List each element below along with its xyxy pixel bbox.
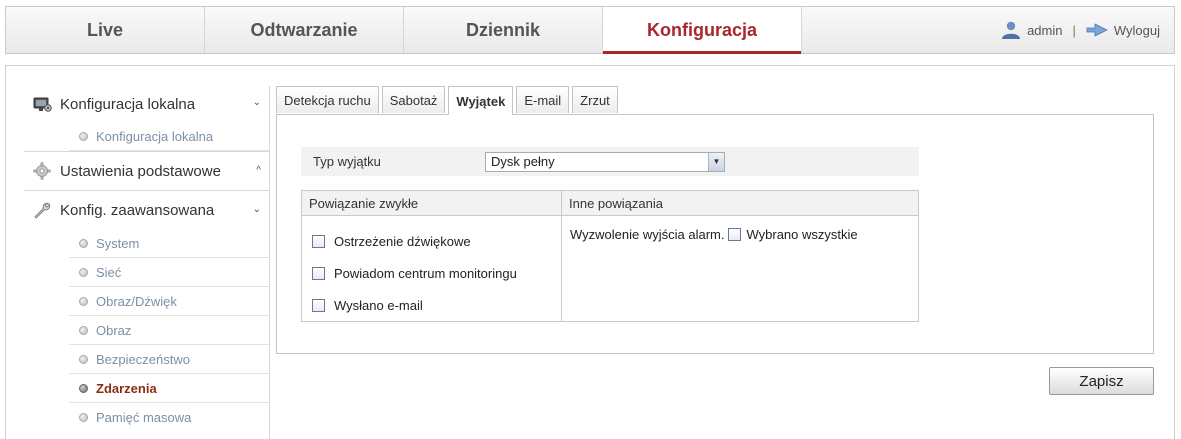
- wrench-icon: [32, 200, 52, 220]
- tab-configuration[interactable]: Konfiguracja: [603, 7, 802, 54]
- alarm-output-row: Wyzwolenie wyjścia alarm. Wybrano wszyst…: [570, 225, 918, 243]
- other-linkage-options: Wyzwolenie wyjścia alarm. Wybrano wszyst…: [562, 216, 918, 321]
- tab-motion-detection[interactable]: Detekcja ruchu: [276, 86, 379, 113]
- send-email-option[interactable]: Wysłano e-mail: [302, 289, 561, 321]
- sidebar-item-local-config[interactable]: Konfiguracja lokalna: [69, 122, 269, 151]
- bullet-icon: [79, 354, 88, 364]
- sidebar-item-events[interactable]: Zdarzenia: [69, 374, 269, 403]
- logout-link[interactable]: Wyloguj: [1114, 23, 1160, 38]
- sidebar-item-label: Konfiguracja lokalna: [96, 128, 214, 144]
- sidebar-item-label: Obraz: [96, 322, 132, 338]
- exception-panel: Typ wyjątku Dysk pełny ▼ Powiązanie zwyk…: [276, 114, 1154, 354]
- notify-center-option[interactable]: Powiadom centrum monitoringu: [302, 257, 561, 289]
- sidebar-item-label: Sieć: [96, 264, 122, 280]
- notify-center-checkbox[interactable]: [312, 266, 325, 280]
- sidebar-item-video-audio[interactable]: Obraz/Dźwięk: [69, 287, 269, 316]
- save-button[interactable]: Zapisz: [1049, 367, 1154, 395]
- tab-email[interactable]: E-mail: [516, 86, 570, 113]
- exception-type-row: Typ wyjątku Dysk pełny ▼: [301, 147, 919, 176]
- user-icon: [1001, 21, 1021, 39]
- user-separator: |: [1072, 22, 1076, 38]
- tab-tamper[interactable]: Sabotaż: [381, 86, 446, 113]
- chevron-down-icon[interactable]: ▼: [708, 152, 724, 171]
- sidebar-item-label: Bezpieczeństwo: [96, 351, 190, 367]
- logout-icon[interactable]: [1086, 23, 1108, 37]
- sidebar-item-system[interactable]: System: [69, 229, 269, 258]
- tab-log[interactable]: Dziennik: [404, 7, 603, 53]
- top-navigation: Live Odtwarzanie Dziennik Konfiguracja a…: [5, 6, 1175, 54]
- tab-snapshot[interactable]: Zrzut: [572, 86, 618, 113]
- tab-exception[interactable]: Wyjątek: [448, 86, 514, 115]
- sidebar-item-storage[interactable]: Pamięć masowa: [69, 403, 269, 432]
- chevron-down-icon[interactable]: ⌄: [253, 97, 261, 108]
- linkage-table: Powiązanie zwykłe Inne powiązania Ostrze…: [301, 190, 919, 322]
- content-area: Detekcja ruchu Sabotaż Wyjątek E-mail Zr…: [276, 86, 1154, 395]
- bullet-icon: [79, 238, 88, 248]
- sidebar-section-label: Ustawienia podstawowe: [60, 162, 221, 180]
- event-subtabs: Detekcja ruchu Sabotaż Wyjątek E-mail Zr…: [276, 86, 1154, 115]
- sidebar-submenu-advanced: System Sieć Obraz/Dźwięk Obraz Bezpiecze…: [24, 229, 269, 432]
- audible-warning-checkbox[interactable]: [312, 234, 325, 248]
- main-container: Konfiguracja lokalna ⌄ Konfiguracja loka…: [5, 65, 1175, 439]
- normal-linkage-options: Ostrzeżenie dźwiękowe Powiadom centrum m…: [302, 216, 562, 321]
- sidebar-section-label: Konfiguracja lokalna: [60, 95, 196, 113]
- bullet-icon: [79, 383, 88, 393]
- username-label[interactable]: admin: [1027, 23, 1062, 38]
- other-linkage-header: Inne powiązania: [569, 195, 663, 211]
- checkbox-label: Ostrzeżenie dźwiękowe: [334, 233, 471, 249]
- checkbox-label: Powiadom centrum monitoringu: [334, 265, 517, 281]
- tab-playback[interactable]: Odtwarzanie: [205, 7, 404, 53]
- bullet-icon: [79, 325, 88, 335]
- monitor-gear-icon: [32, 94, 52, 114]
- sidebar-section-advanced-config[interactable]: Konfig. zaawansowana ⌄: [24, 191, 269, 229]
- sidebar-item-image[interactable]: Obraz: [69, 316, 269, 345]
- sidebar-item-label: Zdarzenia: [96, 380, 157, 396]
- exception-type-label: Typ wyjątku: [313, 154, 381, 169]
- bullet-icon: [79, 413, 88, 422]
- sidebar-section-label: Konfig. zaawansowana: [60, 201, 215, 219]
- chevron-up-icon[interactable]: ^: [256, 165, 261, 176]
- linkage-body: Ostrzeżenie dźwiękowe Powiadom centrum m…: [302, 216, 918, 321]
- sidebar-item-label: Pamięć masowa: [96, 410, 192, 425]
- checkbox-label: Wysłano e-mail: [334, 297, 423, 313]
- alarm-output-label: Wyzwolenie wyjścia alarm.: [570, 226, 725, 242]
- bullet-icon: [79, 267, 88, 277]
- audible-warning-option[interactable]: Ostrzeżenie dźwiękowe: [302, 225, 561, 257]
- sidebar-section-local-config[interactable]: Konfiguracja lokalna ⌄: [24, 86, 269, 122]
- linkage-header: Powiązanie zwykłe Inne powiązania: [302, 191, 918, 216]
- sidebar-item-label: System: [96, 235, 140, 251]
- exception-type-select[interactable]: Dysk pełny ▼: [485, 151, 725, 172]
- bullet-icon: [79, 131, 88, 141]
- bullet-icon: [79, 296, 88, 306]
- sidebar: Konfiguracja lokalna ⌄ Konfiguracja loka…: [24, 86, 270, 439]
- select-all-label[interactable]: Wybrano wszystkie: [746, 227, 857, 242]
- sidebar-section-basic-settings[interactable]: Ustawienia podstawowe ^: [24, 152, 269, 190]
- normal-linkage-header: Powiązanie zwykłe: [302, 191, 562, 215]
- sidebar-item-network[interactable]: Sieć: [69, 258, 269, 287]
- exception-type-value: Dysk pełny: [491, 154, 555, 169]
- sidebar-item-label: Obraz/Dźwięk: [96, 293, 177, 309]
- send-email-checkbox[interactable]: [312, 298, 325, 312]
- user-box: admin | Wyloguj: [1001, 7, 1160, 53]
- tab-live[interactable]: Live: [6, 7, 205, 53]
- select-all-checkbox[interactable]: [728, 227, 742, 241]
- chevron-down-icon[interactable]: ⌄: [253, 204, 261, 215]
- gear-icon: [32, 161, 52, 181]
- sidebar-item-security[interactable]: Bezpieczeństwo: [69, 345, 269, 374]
